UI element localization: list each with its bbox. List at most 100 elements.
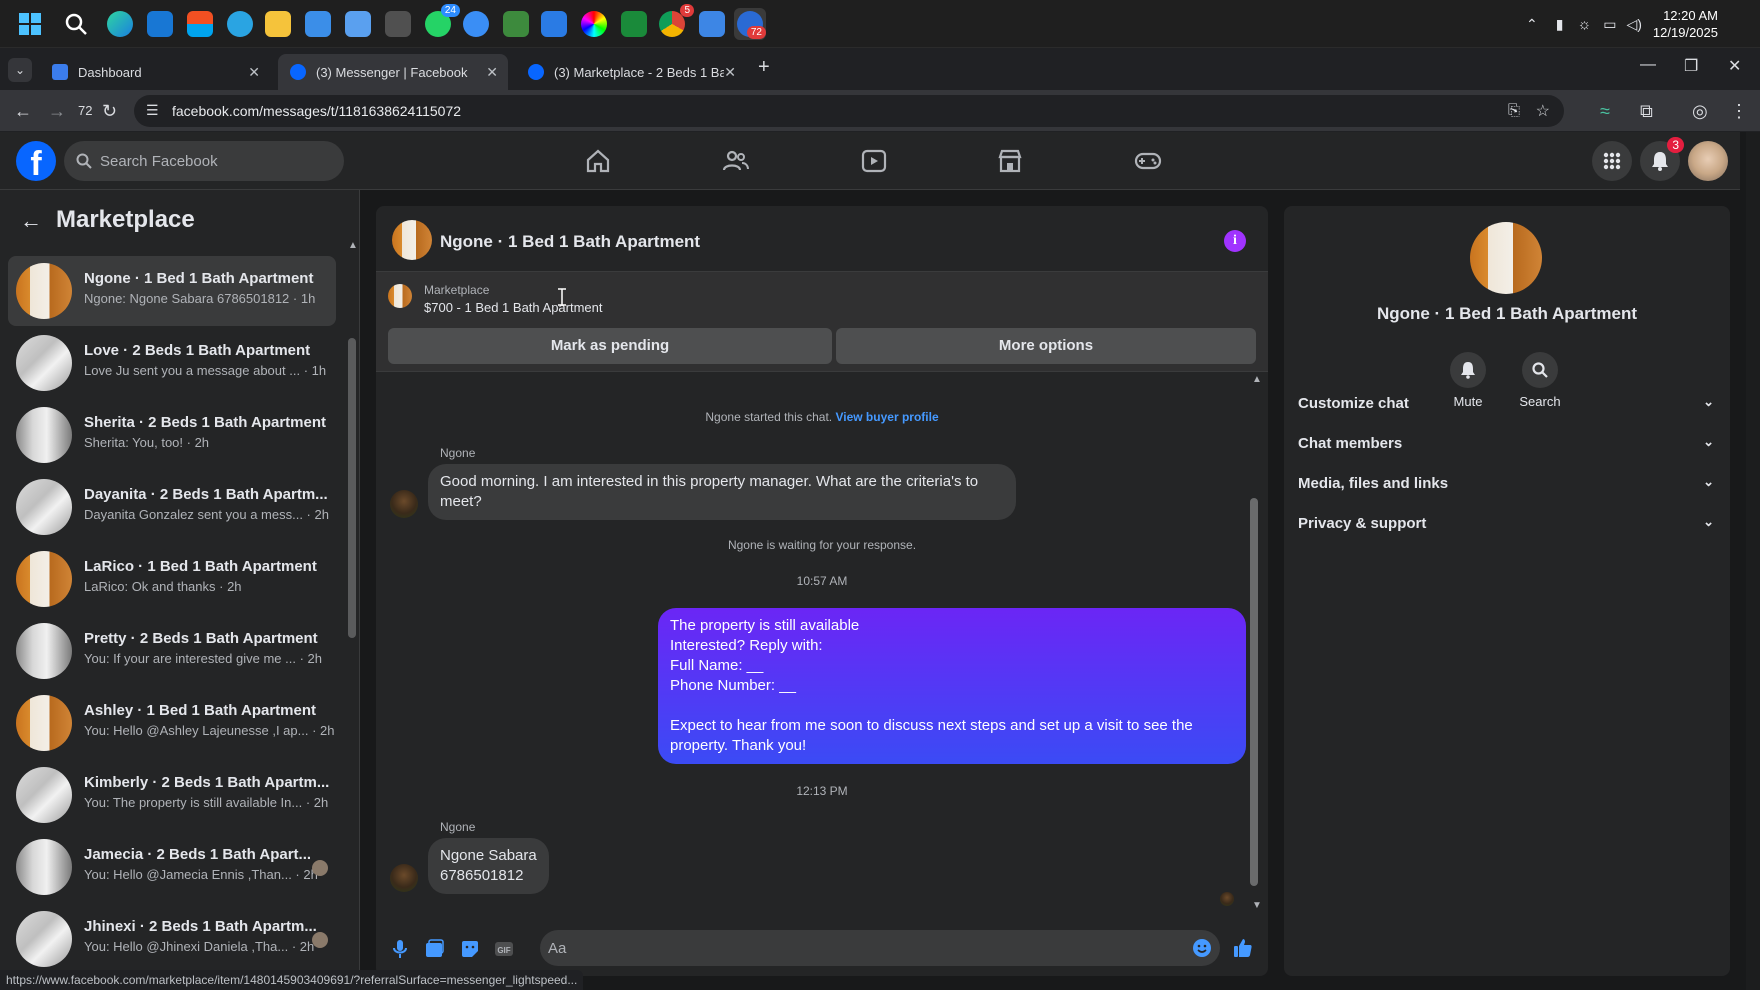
new-tab-icon[interactable]: + xyxy=(758,56,770,79)
telegram-icon[interactable] xyxy=(224,8,256,40)
forward-icon[interactable]: → xyxy=(48,101,66,122)
extensions-puzzle-icon[interactable]: ⧉ xyxy=(1640,101,1653,122)
file-explorer-icon[interactable] xyxy=(262,8,294,40)
close-icon[interactable]: ✕ xyxy=(486,64,498,81)
conversation-item[interactable]: Kimberly · 2 Beds 1 Bath Apartm... You: … xyxy=(8,760,336,830)
list-scrollbar[interactable] xyxy=(348,338,356,638)
friends-icon[interactable] xyxy=(722,147,750,175)
search-icon[interactable] xyxy=(60,8,92,40)
chat-avatar[interactable] xyxy=(392,220,432,260)
conversation-item[interactable]: Jhinexi · 2 Beds 1 Bath Apartm... You: H… xyxy=(8,904,336,974)
notepad-icon[interactable] xyxy=(302,8,334,40)
app-icon[interactable] xyxy=(538,8,570,40)
close-icon[interactable]: ✕ xyxy=(248,64,260,81)
chevron-up-icon[interactable]: ⌃ xyxy=(1526,16,1538,33)
install-icon[interactable]: ⎘ xyxy=(1508,102,1520,119)
emoji-icon[interactable] xyxy=(1192,938,1212,958)
account-avatar[interactable] xyxy=(1688,141,1728,181)
sticker-icon[interactable] xyxy=(460,939,480,959)
sender-avatar[interactable] xyxy=(390,864,418,892)
facebook-logo[interactable]: f xyxy=(16,141,56,183)
conversation-item[interactable]: Ashley · 1 Bed 1 Bath Apartment You: Hel… xyxy=(8,688,336,758)
photo-icon[interactable] xyxy=(424,939,444,959)
home-icon[interactable] xyxy=(584,147,612,175)
marketplace-icon[interactable] xyxy=(996,147,1024,175)
brightness-icon[interactable]: ☼ xyxy=(1577,16,1591,33)
game-app-icon[interactable] xyxy=(618,8,650,40)
windows-start-icon[interactable] xyxy=(14,8,46,40)
bookmark-star-icon[interactable]: ☆ xyxy=(1536,101,1550,121)
reload-icon[interactable]: ↻ xyxy=(102,101,117,122)
scroll-up-icon[interactable]: ▲ xyxy=(348,240,358,251)
view-buyer-profile-link[interactable]: View buyer profile xyxy=(835,410,938,424)
close-icon[interactable]: ✕ xyxy=(724,64,736,81)
scroll-up-icon[interactable]: ▲ xyxy=(1252,374,1262,385)
app-icon[interactable] xyxy=(460,8,492,40)
message-input[interactable]: Aa xyxy=(540,930,1220,966)
video-icon[interactable] xyxy=(860,147,888,175)
tab-marketplace[interactable]: (3) Marketplace - 2 Beds 1 Bath ✕ xyxy=(516,54,746,90)
conversation-item[interactable]: Sherita · 2 Beds 1 Bath Apartment Sherit… xyxy=(8,400,336,470)
color-app-icon[interactable] xyxy=(578,8,610,40)
store-icon[interactable] xyxy=(184,8,216,40)
menu-kebab-icon[interactable]: ⋮ xyxy=(1730,101,1748,122)
chrome-active-icon[interactable]: 72 xyxy=(734,8,766,40)
incoming-message[interactable]: Ngone Sabara 6786501812 xyxy=(428,838,549,894)
chat-members-row[interactable]: Chat members ⌄ xyxy=(1298,424,1716,464)
notifications-bell-icon[interactable]: 3 xyxy=(1640,137,1684,181)
edge-icon[interactable] xyxy=(104,8,136,40)
conversation-item[interactable]: LaRico · 1 Bed 1 Bath Apartment LaRico: … xyxy=(8,544,336,614)
extension-icon[interactable]: ≈ xyxy=(1600,101,1610,122)
facebook-search[interactable]: Search Facebook xyxy=(64,141,344,181)
app-icon[interactable] xyxy=(696,8,728,40)
network-icon[interactable]: ▭ xyxy=(1603,16,1616,33)
thumbs-up-icon[interactable] xyxy=(1232,937,1254,959)
microphone-icon[interactable] xyxy=(390,939,410,959)
conversation-item[interactable]: Ngone · 1 Bed 1 Bath Apartment Ngone: Ng… xyxy=(8,256,336,326)
tab-search-icon[interactable]: ⌄ xyxy=(8,58,32,82)
site-info-icon[interactable]: ☰ xyxy=(146,102,159,119)
conversation-item[interactable]: Dayanita · 2 Beds 1 Bath Apartm... Dayan… xyxy=(8,472,336,542)
outgoing-message[interactable]: The property is still available Interest… xyxy=(658,608,1246,764)
snipping-tool-icon[interactable] xyxy=(342,8,374,40)
tab-messenger[interactable]: (3) Messenger | Facebook ✕ xyxy=(278,54,508,90)
outlook-icon[interactable] xyxy=(144,8,176,40)
whatsapp-icon[interactable]: 24 xyxy=(422,4,460,40)
mark-as-pending-button[interactable]: Mark as pending xyxy=(388,328,832,364)
privacy-support-row[interactable]: Privacy & support ⌄ xyxy=(1298,504,1716,544)
customize-chat-row[interactable]: Customize chat ⌄ xyxy=(1298,384,1716,424)
gif-icon[interactable]: GIF xyxy=(494,939,514,959)
page-scrollbar[interactable] xyxy=(1746,132,1760,990)
battery-icon[interactable]: ▮ xyxy=(1556,16,1564,33)
media-files-links-row[interactable]: Media, files and links ⌄ xyxy=(1298,464,1716,504)
conversation-item[interactable]: Jamecia · 2 Beds 1 Bath Apart... You: He… xyxy=(8,832,336,902)
listing-price-title[interactable]: $700 - 1 Bed 1 Bath Apartment xyxy=(424,300,603,315)
incoming-message[interactable]: Good morning. I am interested in this pr… xyxy=(428,464,1016,520)
tab-dashboard[interactable]: Dashboard ✕ xyxy=(40,54,270,90)
profile-icon[interactable]: ◎ xyxy=(1692,101,1708,122)
chrome-icon[interactable]: 5 xyxy=(656,4,694,40)
volume-icon[interactable]: ◁) xyxy=(1626,16,1641,33)
close-window-icon[interactable]: ✕ xyxy=(1728,56,1741,76)
conversation-avatar[interactable] xyxy=(1470,222,1542,294)
back-arrow-icon[interactable]: ← xyxy=(20,208,42,234)
sender-avatar[interactable] xyxy=(390,490,418,518)
scroll-down-icon[interactable]: ▼ xyxy=(1252,900,1262,911)
more-options-button[interactable]: More options xyxy=(836,328,1256,364)
listing-thumbnail[interactable] xyxy=(388,284,412,308)
conversation-item[interactable]: Love · 2 Beds 1 Bath Apartment Love Ju s… xyxy=(8,328,336,398)
clock[interactable]: 12:20 AM 12/19/2025 xyxy=(1653,7,1718,41)
menu-grid-icon[interactable] xyxy=(1592,141,1632,181)
lock-app-icon[interactable] xyxy=(500,8,532,40)
zoom-badge[interactable]: 72 xyxy=(78,103,92,118)
gaming-icon[interactable] xyxy=(1134,147,1162,175)
address-bar[interactable]: ☰ facebook.com/messages/t/11816386241150… xyxy=(134,95,1564,127)
minimize-icon[interactable]: — xyxy=(1640,56,1656,74)
chat-scrollbar[interactable] xyxy=(1250,498,1258,886)
app-icon[interactable] xyxy=(382,8,414,40)
conversation-item[interactable]: Pretty · 2 Beds 1 Bath Apartment You: If… xyxy=(8,616,336,686)
back-icon[interactable]: ← xyxy=(14,101,32,122)
chat-title[interactable]: Ngone · 1 Bed 1 Bath Apartment xyxy=(440,232,700,252)
info-icon[interactable]: i xyxy=(1224,230,1246,252)
restore-icon[interactable]: ❐ xyxy=(1684,56,1698,76)
